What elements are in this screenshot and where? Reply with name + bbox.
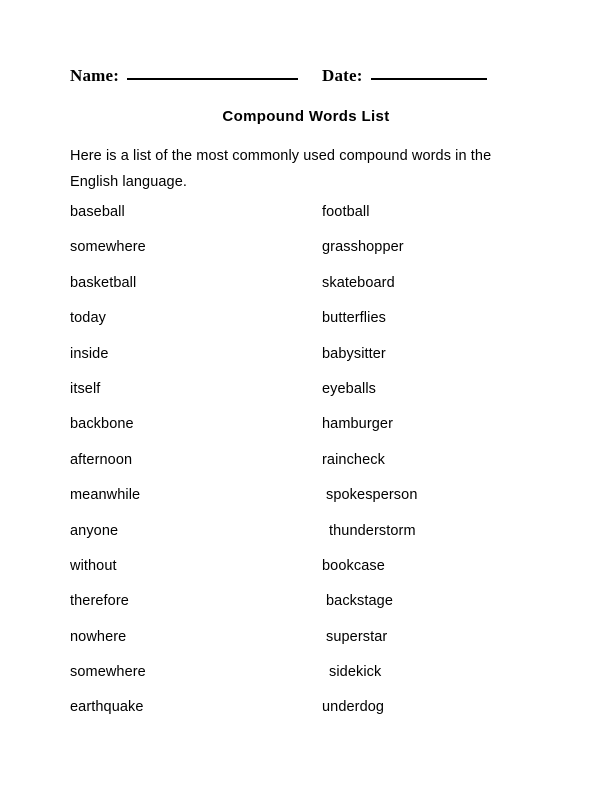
word-item: backbone: [70, 416, 134, 433]
word-row: somewhere sidekick: [0, 664, 612, 699]
word-item: anyone: [70, 522, 119, 539]
word-row: nowhere superstar: [0, 629, 612, 664]
word-item: without: [70, 557, 117, 574]
word-row: baseball football: [0, 204, 612, 239]
word-item: grasshopper: [322, 239, 404, 256]
word-row: backbone hamburger: [0, 416, 612, 451]
word-row: itself eyeballs: [0, 381, 612, 416]
word-row: somewhere grasshopper: [0, 239, 612, 274]
word-item: spokesperson: [326, 487, 418, 504]
page-title: Compound Words List: [222, 108, 390, 125]
word-item: afternoon: [70, 451, 133, 468]
word-row: therefore backstage: [0, 593, 612, 628]
word-item: sidekick: [329, 664, 382, 681]
worksheet-page: Name: Date: Compound Words List Here is …: [0, 0, 612, 792]
name-label: Name:: [70, 66, 120, 85]
word-item: earthquake: [70, 699, 144, 716]
compound-words-list: baseball football somewhere grasshopper …: [0, 204, 612, 734]
word-item: basketball: [70, 274, 137, 291]
word-item: itself: [70, 380, 101, 397]
word-item: butterflies: [322, 310, 386, 327]
word-item: inside: [70, 345, 109, 362]
word-item: underdog: [322, 699, 385, 716]
word-item: today: [70, 310, 106, 327]
word-item: football: [322, 204, 370, 220]
word-item: baseball: [70, 204, 125, 220]
date-field-group: Date:: [322, 66, 487, 86]
word-row: anyone thunderstorm: [0, 523, 612, 558]
word-item: somewhere: [70, 239, 146, 256]
name-date-header: Name: Date:: [70, 66, 500, 94]
intro-paragraph: Here is a list of the most commonly used…: [70, 148, 492, 190]
word-row: inside babysitter: [0, 346, 612, 381]
word-item: eyeballs: [322, 380, 376, 397]
word-row: without bookcase: [0, 558, 612, 593]
word-item: raincheck: [322, 451, 385, 468]
word-item: babysitter: [322, 345, 386, 362]
word-item: somewhere: [70, 664, 146, 681]
word-item: nowhere: [70, 628, 127, 645]
word-item: hamburger: [322, 416, 394, 433]
word-item: thunderstorm: [329, 522, 416, 539]
date-label: Date:: [322, 66, 363, 85]
name-field-group: Name:: [70, 66, 299, 86]
word-row: earthquake underdog: [0, 699, 612, 734]
word-item: bookcase: [322, 557, 385, 574]
word-item: superstar: [326, 628, 388, 645]
word-row: today butterflies: [0, 310, 612, 345]
word-row: meanwhile spokesperson: [0, 487, 612, 522]
word-item: meanwhile: [70, 487, 141, 504]
word-item: backstage: [326, 593, 393, 610]
word-item: therefore: [70, 593, 129, 610]
date-answer-blank[interactable]: [370, 78, 487, 80]
word-row: basketball skateboard: [0, 275, 612, 310]
word-item: skateboard: [322, 274, 395, 291]
word-row: afternoon raincheck: [0, 452, 612, 487]
name-answer-blank[interactable]: [127, 78, 299, 80]
